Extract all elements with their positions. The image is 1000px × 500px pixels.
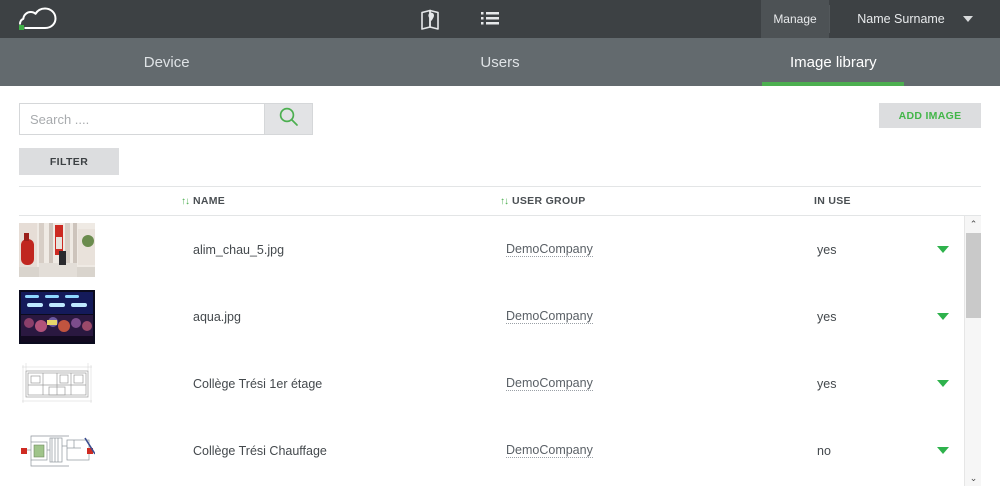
cell-user-group[interactable]: DemoCompany [506, 309, 593, 324]
top-bar: Manage Name Surname [0, 0, 1000, 38]
add-image-button[interactable]: ADD IMAGE [879, 103, 981, 128]
column-header-in-use: IN USE [814, 195, 851, 207]
user-name-label: Name Surname [857, 12, 945, 26]
tab-image-library[interactable]: Image library [667, 38, 1000, 86]
search-bar [19, 103, 313, 135]
list-icon[interactable] [475, 4, 505, 34]
cell-name: Collège Trési Chauffage [193, 443, 327, 458]
scroll-up-arrow-icon[interactable]: ⌃ [965, 216, 981, 232]
cell-user-group[interactable]: DemoCompany [506, 376, 593, 391]
image-library-table: ↑↓ NAME ↑↓ USER GROUP IN USE alim_chau_5… [0, 186, 1000, 486]
table-row[interactable]: alim_chau_5.jpg DemoCompany yes [19, 216, 981, 283]
cell-in-use: no [817, 443, 831, 458]
search-input[interactable] [19, 103, 264, 135]
sort-arrows-icon: ↑↓ [500, 195, 509, 207]
column-header-name-label: NAME [193, 195, 226, 207]
row-thumbnail-heating-schematic[interactable] [19, 423, 95, 478]
scroll-down-arrow-icon[interactable]: ⌄ [965, 470, 981, 486]
search-button[interactable] [264, 103, 313, 135]
row-actions-chevron-down-icon[interactable] [937, 380, 949, 387]
cloud-logo[interactable] [12, 4, 60, 34]
toolbar: FILTER ADD IMAGE [0, 86, 1000, 186]
main-nav: Device Users Image library [0, 38, 1000, 86]
manage-button[interactable]: Manage [761, 0, 829, 38]
column-header-in-use-label: IN USE [814, 195, 851, 207]
tab-device[interactable]: Device [0, 38, 333, 86]
table-row[interactable]: Collège Trési 1er étage DemoCompany yes [19, 350, 981, 417]
cell-name: Collège Trési 1er étage [193, 376, 323, 391]
search-icon [278, 106, 299, 132]
cell-user-group[interactable]: DemoCompany [506, 242, 593, 257]
user-menu[interactable]: Name Surname [830, 0, 1000, 38]
cell-user-group[interactable]: DemoCompany [506, 443, 593, 458]
table-row[interactable]: aqua.jpg DemoCompany yes [19, 283, 981, 350]
column-header-user-group-label: USER GROUP [512, 195, 586, 207]
sort-arrows-icon: ↑↓ [181, 195, 190, 207]
logo-zone [0, 0, 160, 38]
top-bar-icons [160, 0, 761, 38]
tab-users[interactable]: Users [333, 38, 666, 86]
map-book-icon[interactable] [417, 4, 447, 34]
cell-in-use: yes [817, 309, 837, 324]
cell-in-use: yes [817, 242, 837, 257]
table-body: alim_chau_5.jpg DemoCompany yes aqua.jpg… [19, 216, 981, 486]
row-thumbnail-aquarium[interactable] [19, 289, 95, 344]
row-thumbnail-floor-plan[interactable] [19, 356, 95, 411]
cell-name: aqua.jpg [193, 309, 241, 324]
scrollbar-thumb[interactable] [966, 233, 981, 318]
cell-name: alim_chau_5.jpg [193, 242, 285, 257]
table-scrollbar[interactable]: ⌃ ⌄ [964, 216, 981, 486]
row-thumbnail-boiler-room[interactable] [19, 222, 95, 277]
column-header-name[interactable]: ↑↓ NAME [181, 195, 225, 207]
column-header-user-group[interactable]: ↑↓ USER GROUP [500, 195, 586, 207]
chevron-down-icon [962, 16, 973, 22]
row-actions-chevron-down-icon[interactable] [937, 313, 949, 320]
table-header: ↑↓ NAME ↑↓ USER GROUP IN USE [19, 186, 981, 216]
row-actions-chevron-down-icon[interactable] [937, 447, 949, 454]
cell-in-use: yes [817, 376, 837, 391]
row-actions-chevron-down-icon[interactable] [937, 246, 949, 253]
table-row[interactable]: Collège Trési Chauffage DemoCompany no [19, 417, 981, 484]
filter-button[interactable]: FILTER [19, 148, 119, 175]
